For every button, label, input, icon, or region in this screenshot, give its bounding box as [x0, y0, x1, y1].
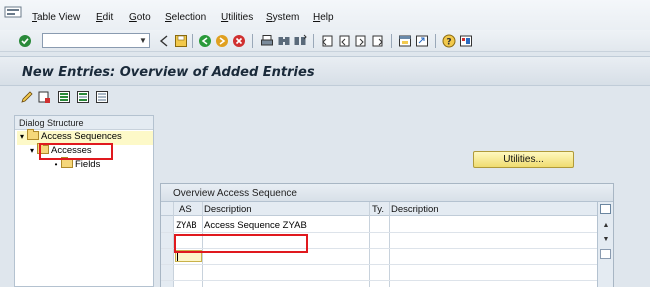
- help-icon[interactable]: ?: [442, 34, 456, 48]
- text-cursor: [177, 252, 178, 261]
- command-field[interactable]: ▼: [42, 33, 150, 48]
- highlight-box-accesses: [39, 143, 113, 160]
- column-divider: [389, 202, 390, 287]
- cell-description[interactable]: Access Sequence ZYAB: [204, 220, 307, 231]
- menu-system-key: S: [266, 12, 273, 23]
- scroll-up-icon[interactable]: ▲: [601, 221, 611, 231]
- access-sequence-table: Overview Access Sequence AS Description …: [160, 183, 614, 287]
- print-icon[interactable]: [260, 34, 274, 48]
- svg-text:?: ?: [446, 38, 451, 48]
- delete-icon[interactable]: [37, 90, 51, 104]
- scroll-down-icon[interactable]: ▼: [601, 235, 611, 245]
- command-dropdown-icon[interactable]: ▼: [137, 34, 149, 47]
- sap-menu-icon[interactable]: [4, 6, 22, 18]
- last-page-icon[interactable]: [371, 34, 385, 48]
- back-nav-icon[interactable]: [198, 34, 212, 48]
- column-header-type-description[interactable]: Description: [391, 204, 439, 215]
- deselect-all-icon[interactable]: [95, 90, 109, 104]
- tree-node-label: Access Sequences: [41, 131, 122, 142]
- tree-node-fields[interactable]: • Fields: [51, 157, 151, 173]
- find-next-icon[interactable]: [293, 34, 307, 48]
- highlight-box-zyab-row: [174, 234, 308, 253]
- shortcut-icon[interactable]: [415, 34, 429, 48]
- display-change-icon[interactable]: [20, 90, 34, 104]
- title-bar: New Entries: Overview of Added Entries: [0, 56, 650, 86]
- toolbar-separator: [435, 34, 436, 48]
- row-divider: [161, 232, 599, 233]
- exit-icon[interactable]: [215, 34, 229, 48]
- folder-icon: [61, 157, 73, 168]
- menu-utilities-label: tilities: [228, 12, 254, 23]
- menu-selection-label: election: [171, 12, 207, 23]
- toolbar-separator: [252, 34, 253, 48]
- table-header-row: AS Description Ty. Description: [161, 202, 599, 216]
- menu-edit[interactable]: Edit: [96, 12, 113, 23]
- menu-selection-key: S: [165, 12, 172, 23]
- scroll-thumb[interactable]: [600, 249, 611, 259]
- column-divider: [369, 202, 370, 287]
- utilities-button[interactable]: Utilities...: [473, 151, 574, 168]
- menu-system-label: ystem: [272, 12, 300, 23]
- layout-icon[interactable]: [459, 34, 473, 48]
- collapse-icon[interactable]: ▾: [17, 132, 27, 141]
- row-divider: [161, 280, 599, 281]
- menu-table-view-label: able View: [37, 12, 81, 23]
- find-icon[interactable]: [277, 34, 291, 48]
- folder-open-icon: [27, 129, 39, 140]
- menu-edit-label: dit: [102, 12, 114, 23]
- menu-goto-label: oto: [136, 12, 151, 23]
- page-title: New Entries: Overview of Added Entries: [22, 65, 315, 80]
- select-block-icon[interactable]: [76, 90, 90, 104]
- tree-node-label: Fields: [75, 159, 101, 170]
- column-settings-icon[interactable]: [600, 204, 611, 214]
- back-icon[interactable]: [157, 34, 171, 48]
- column-header-as[interactable]: AS: [179, 204, 192, 215]
- menu-utilities[interactable]: Utilities: [221, 12, 253, 23]
- vertical-scrollbar[interactable]: ▲ ▼: [597, 202, 613, 287]
- menu-edit-key: E: [96, 12, 103, 23]
- row-divider: [161, 264, 599, 265]
- menu-help-label: elp: [320, 12, 334, 23]
- create-session-icon[interactable]: [398, 34, 412, 48]
- menu-goto[interactable]: Goto: [129, 12, 151, 23]
- enter-icon[interactable]: [18, 34, 32, 48]
- collapse-icon[interactable]: ▾: [27, 146, 37, 155]
- leaf-bullet-icon: •: [54, 160, 58, 169]
- toolbar-separator: [313, 34, 314, 48]
- table-title: Overview Access Sequence: [161, 184, 613, 202]
- menu-selection[interactable]: Selection: [165, 12, 206, 23]
- toolbar-separator: [391, 34, 392, 48]
- toolbar-separator: [192, 34, 193, 48]
- previous-page-icon[interactable]: [337, 34, 351, 48]
- dialog-structure-panel: Dialog Structure ▾ Access Sequences ▾ Acce…: [14, 115, 154, 287]
- row-selector-column[interactable]: [161, 216, 173, 287]
- application-toolbar: [0, 86, 650, 110]
- standard-toolbar: ▼ ?: [0, 30, 650, 52]
- first-page-icon[interactable]: [320, 34, 334, 48]
- column-header-description[interactable]: Description: [204, 204, 252, 215]
- menu-help[interactable]: Help: [313, 12, 334, 23]
- select-all-icon[interactable]: [57, 90, 71, 104]
- menu-goto-key: G: [129, 12, 137, 23]
- save-icon[interactable]: [174, 34, 188, 48]
- next-page-icon[interactable]: [354, 34, 368, 48]
- table-grid: AS Description Ty. Description ZYAB Acce…: [161, 202, 599, 287]
- menu-system[interactable]: System: [266, 12, 299, 23]
- menu-table-view[interactable]: Table View: [32, 12, 80, 23]
- cell-as[interactable]: ZYAB: [176, 221, 196, 231]
- dialog-structure-header: Dialog Structure: [15, 116, 153, 130]
- column-header-type[interactable]: Ty.: [372, 204, 384, 215]
- cancel-icon[interactable]: [232, 34, 246, 48]
